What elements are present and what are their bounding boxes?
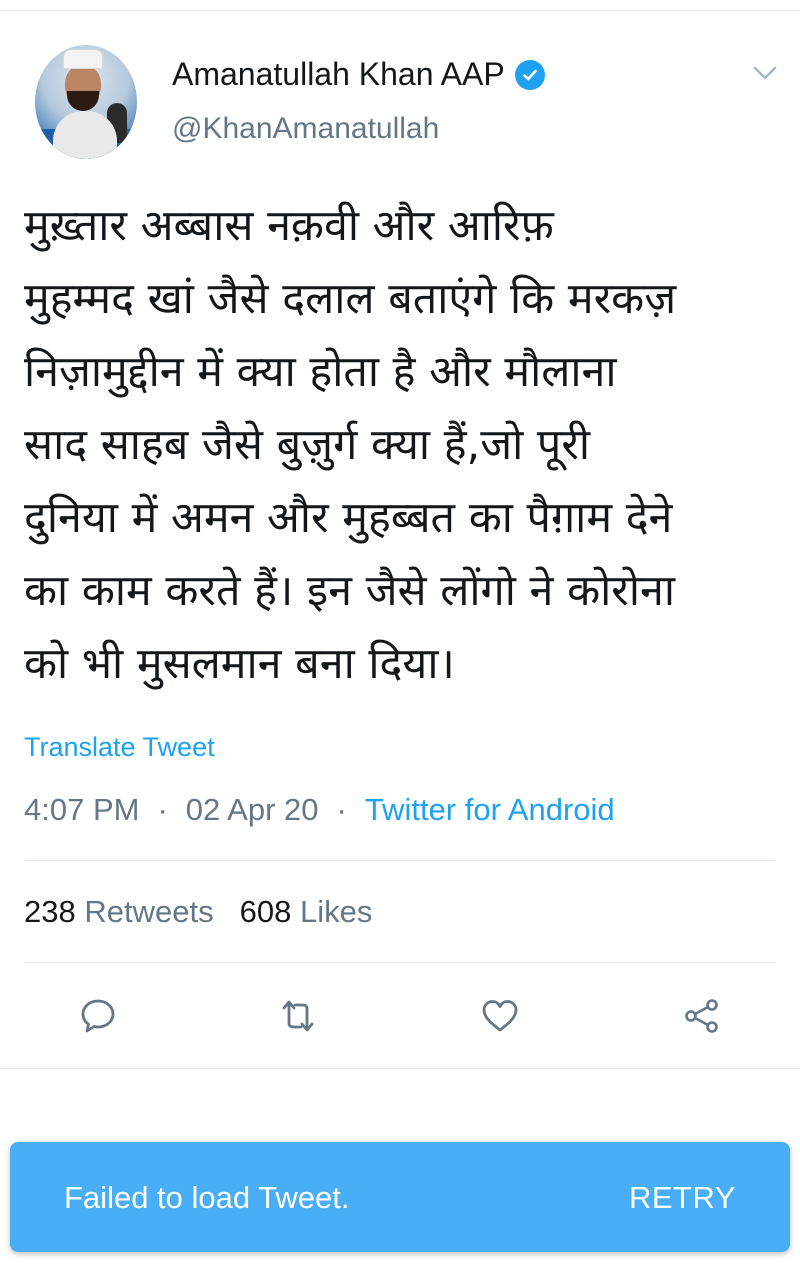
divider	[24, 962, 776, 963]
retweets-stat[interactable]: 238 Retweets	[24, 894, 214, 929]
tweet-text-line: दुनिया में अमन और मुहब्बत का पैग़ाम देने	[24, 493, 673, 543]
author-handle[interactable]: @KhanAmanatullah	[172, 112, 439, 146]
tweet-text-line: को भी मुसलमान बना दिया।	[24, 639, 455, 689]
likes-stat[interactable]: 608 Likes	[240, 894, 373, 929]
like-icon[interactable]	[480, 996, 520, 1036]
author-display-name[interactable]: Amanatullah Khan AAP	[172, 56, 545, 93]
verified-badge-icon	[514, 59, 545, 90]
tweet-text-line: का काम करते हैं। इन जैसे लोंगो ने कोरोना	[24, 566, 675, 616]
toast-message: Failed to load Tweet.	[64, 1180, 350, 1215]
error-toast: Failed to load Tweet. RETRY	[10, 1142, 790, 1252]
retweets-label: Retweets	[84, 894, 214, 929]
share-icon[interactable]	[682, 996, 722, 1036]
author-name-text: Amanatullah Khan AAP	[172, 56, 505, 92]
divider	[0, 1068, 800, 1069]
tweet-text-line: साद साहब जैसे बुज़ुर्ग क्या हैं,जो पूरी	[24, 420, 591, 470]
tweet-text-line: निज़ामुद्दीन में क्या होता है और मौलाना	[24, 347, 617, 397]
tweet-source-link[interactable]: Twitter for Android	[365, 792, 615, 827]
divider	[24, 860, 776, 861]
tweet-meta: 4:07 PM · 02 Apr 20 · Twitter for Android	[24, 792, 615, 828]
tweet-date: 02 Apr 20	[185, 792, 319, 827]
tweet-time: 4:07 PM	[24, 792, 140, 827]
tweet-text-line: मुख़्तार अब्बास नक़वी और आरिफ़	[24, 201, 554, 251]
translate-tweet-link[interactable]: Translate Tweet	[24, 732, 215, 763]
meta-separator: ·	[336, 792, 347, 827]
likes-label: Likes	[299, 894, 373, 929]
retry-button[interactable]: RETRY	[629, 1180, 736, 1216]
tweet-card: Amanatullah Khan AAP @KhanAmanatullah मु…	[0, 0, 800, 1070]
avatar[interactable]	[35, 45, 137, 159]
meta-separator: ·	[157, 792, 168, 827]
reply-icon[interactable]	[78, 996, 118, 1036]
tweet-text-line: मुहम्मद खां जैसे दलाल बताएंगे कि मरकज़	[24, 274, 677, 324]
tweet-stats: 238 Retweets 608 Likes	[24, 894, 372, 930]
retweet-icon[interactable]	[278, 996, 318, 1036]
chevron-down-icon[interactable]	[752, 64, 778, 82]
likes-count: 608	[239, 894, 292, 929]
tweet-text: मुख़्तार अब्बास नक़वी और आरिफ़ मुहम्मद ख…	[24, 190, 784, 701]
retweets-count: 238	[24, 894, 76, 929]
